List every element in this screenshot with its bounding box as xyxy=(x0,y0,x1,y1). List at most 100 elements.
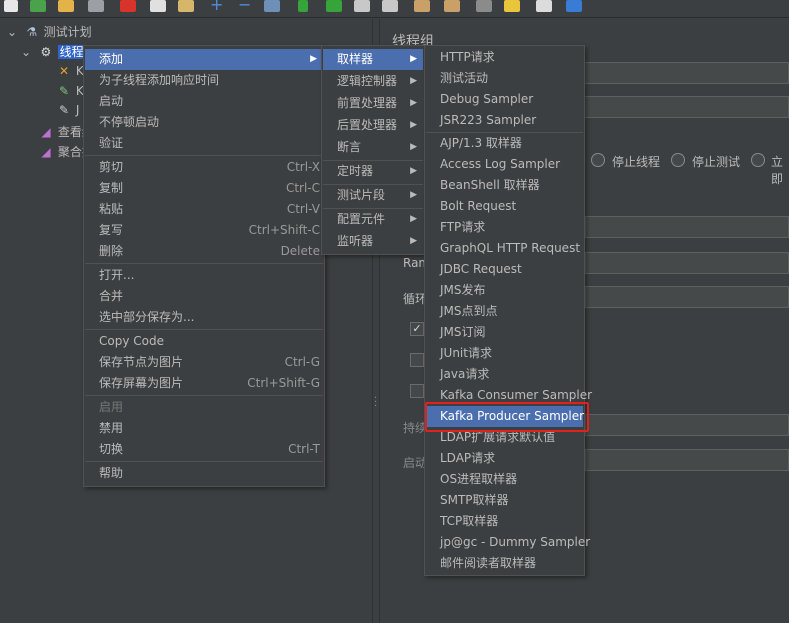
chevron-down-icon[interactable]: ⌄ xyxy=(18,42,34,62)
start-no-pause-icon[interactable] xyxy=(326,0,342,12)
ramp-up-field[interactable] xyxy=(585,252,789,274)
sampler-menu-item[interactable]: JMS订阅 xyxy=(426,322,583,343)
sampler-menu-item[interactable]: TCP取样器 xyxy=(426,511,583,532)
loop-field[interactable] xyxy=(585,286,789,308)
paste-icon[interactable] xyxy=(178,0,194,12)
add-menu-item[interactable]: 测试片段 ▶ xyxy=(323,185,423,206)
sampler-menu-item[interactable]: 测试活动 xyxy=(426,68,583,89)
add-menu-item[interactable]: 后置处理器 ▶ xyxy=(323,115,423,136)
function-helper-icon[interactable] xyxy=(536,0,552,12)
browse-icon[interactable] xyxy=(264,0,280,12)
reset-search-icon[interactable] xyxy=(504,0,520,12)
context-menu-item[interactable]: 合并 xyxy=(85,286,323,307)
add-icon[interactable]: + xyxy=(210,0,226,13)
sampler-menu-item[interactable]: FTP请求 xyxy=(426,217,583,238)
context-menu-item-label: 粘贴 xyxy=(99,202,124,216)
sampler-menu-item[interactable]: Access Log Sampler xyxy=(426,154,583,175)
cut-icon[interactable] xyxy=(120,0,136,12)
clear-icon[interactable] xyxy=(414,0,430,12)
sampler-menu-item[interactable]: Kafka Consumer Sampler xyxy=(426,385,592,406)
threads-field[interactable] xyxy=(585,216,789,238)
tree-node-test-plan[interactable]: ⌄ ⚗ 测试计划 xyxy=(4,22,92,42)
context-menu-item[interactable]: 切换 Ctrl-T xyxy=(85,439,323,460)
sampler-menu-item[interactable]: JSR223 Sampler xyxy=(426,110,583,131)
sampler-menu-item[interactable]: SMTP取样器 xyxy=(426,490,583,511)
add-menu-item[interactable]: 取样器 ▶ xyxy=(323,49,423,70)
sampler-menu-item[interactable]: GraphQL HTTP Request xyxy=(426,238,583,259)
add-menu-item[interactable]: 逻辑控制器 ▶ xyxy=(323,71,423,92)
context-menu-item-label: 复写 xyxy=(99,223,124,237)
clear-all-icon[interactable] xyxy=(444,0,460,12)
sampler-menu-item[interactable]: 邮件阅读者取样器 xyxy=(426,553,583,574)
sampler-menu-item[interactable]: JUnit请求 xyxy=(426,343,583,364)
sampler-menu-item[interactable]: BeanShell 取样器 xyxy=(426,175,583,196)
stop-now-radio[interactable] xyxy=(751,153,765,167)
sampler-menu-item[interactable]: LDAP请求 xyxy=(426,448,583,469)
delay-thread-checkbox[interactable] xyxy=(410,353,424,367)
sampler-menu-item[interactable]: jp@gc - Dummy Sampler xyxy=(426,532,590,553)
name-field[interactable] xyxy=(580,62,789,84)
context-menu-item[interactable]: 复写 Ctrl+Shift-C xyxy=(85,220,323,241)
add-menu-item[interactable]: 前置处理器 ▶ xyxy=(323,93,423,114)
sampler-icon: ✕ xyxy=(58,64,70,78)
open-icon[interactable] xyxy=(30,0,46,12)
sampler-menu-item[interactable]: Bolt Request xyxy=(426,196,583,217)
context-menu-item[interactable]: 打开... xyxy=(85,265,323,286)
add-menu-item[interactable]: 定时器 ▶ xyxy=(323,161,423,182)
open-folder-icon[interactable] xyxy=(58,0,74,12)
start-icon[interactable] xyxy=(298,0,308,12)
shortcut-label: Ctrl-G xyxy=(284,355,320,369)
shutdown-icon[interactable] xyxy=(382,0,398,12)
stop-thread-radio[interactable] xyxy=(591,153,605,167)
sampler-menu-item-label: Java请求 xyxy=(440,367,490,381)
sampler-menu-item[interactable]: AJP/1.3 取样器 xyxy=(426,133,583,154)
same-user-checkbox[interactable]: ✓ xyxy=(410,322,424,336)
context-menu-item-label: 保存节点为图片 xyxy=(99,355,184,369)
sampler-menu-item[interactable]: HTTP请求 xyxy=(426,47,583,68)
sampler-menu-item[interactable]: JMS点到点 xyxy=(426,301,583,322)
help-icon[interactable] xyxy=(566,0,582,12)
context-menu-item[interactable]: 保存节点为图片 Ctrl-G xyxy=(85,352,323,373)
add-menu-item[interactable]: 断言 ▶ xyxy=(323,137,423,158)
add-menu-item[interactable]: 监听器 ▶ xyxy=(323,231,423,252)
context-menu-item[interactable]: 禁用 xyxy=(85,418,323,439)
tree-node-child[interactable]: ✕ K xyxy=(56,61,84,81)
sampler-menu-item[interactable]: Kafka Producer Sampler xyxy=(426,406,584,427)
splitter-grip-icon[interactable]: · · · xyxy=(374,394,377,412)
sampler-menu-item[interactable]: Debug Sampler xyxy=(426,89,583,110)
context-menu-item[interactable]: 启动 xyxy=(85,91,323,112)
context-menu-item[interactable]: 为子线程添加响应时间 xyxy=(85,70,323,91)
context-menu-item[interactable]: 选中部分保存为... xyxy=(85,307,323,328)
add-menu-item[interactable]: 配置元件 ▶ xyxy=(323,209,423,230)
chevron-down-icon[interactable]: ⌄ xyxy=(4,22,20,42)
comment-field[interactable] xyxy=(580,96,789,118)
context-menu-item[interactable]: 剪切 Ctrl-X xyxy=(85,157,323,178)
tree-node-child[interactable]: ✎ J xyxy=(56,100,79,120)
context-menu-item[interactable]: 粘贴 Ctrl-V xyxy=(85,199,323,220)
search-icon[interactable] xyxy=(476,0,492,12)
new-icon[interactable] xyxy=(4,0,18,12)
context-menu-item[interactable]: 添加 ▶ xyxy=(85,49,323,70)
save-icon[interactable] xyxy=(88,0,104,12)
sampler-menu-item[interactable]: JMS发布 xyxy=(426,280,583,301)
context-menu-item[interactable]: 验证 xyxy=(85,133,323,154)
sampler-menu-item[interactable]: JDBC Request xyxy=(426,259,583,280)
remove-icon[interactable]: − xyxy=(238,0,254,13)
stop-icon[interactable] xyxy=(354,0,370,12)
copy-icon[interactable] xyxy=(150,0,166,12)
sampler-menu-item[interactable]: Java请求 xyxy=(426,364,583,385)
context-menu-item[interactable]: 保存屏幕为图片 Ctrl+Shift-G xyxy=(85,373,323,394)
tree-node-child[interactable]: ✎ K xyxy=(56,81,84,101)
context-menu-item[interactable]: 复制 Ctrl-C xyxy=(85,178,323,199)
sampler-menu-item[interactable]: OS进程取样器 xyxy=(426,469,583,490)
context-menu-item[interactable]: 不停顿启动 xyxy=(85,112,323,133)
submenu-arrow-icon: ▶ xyxy=(410,54,417,64)
context-menu-item[interactable]: 帮助 xyxy=(85,463,323,484)
startup-delay-field[interactable] xyxy=(585,449,789,471)
context-menu-item[interactable]: 删除 Delete xyxy=(85,241,323,262)
context-menu-item[interactable]: Copy Code xyxy=(85,331,323,352)
duration-field[interactable] xyxy=(585,414,789,436)
stop-test-radio[interactable] xyxy=(671,153,685,167)
scheduler-checkbox[interactable] xyxy=(410,384,424,398)
sampler-menu-item[interactable]: LDAP扩展请求默认值 xyxy=(426,427,583,448)
